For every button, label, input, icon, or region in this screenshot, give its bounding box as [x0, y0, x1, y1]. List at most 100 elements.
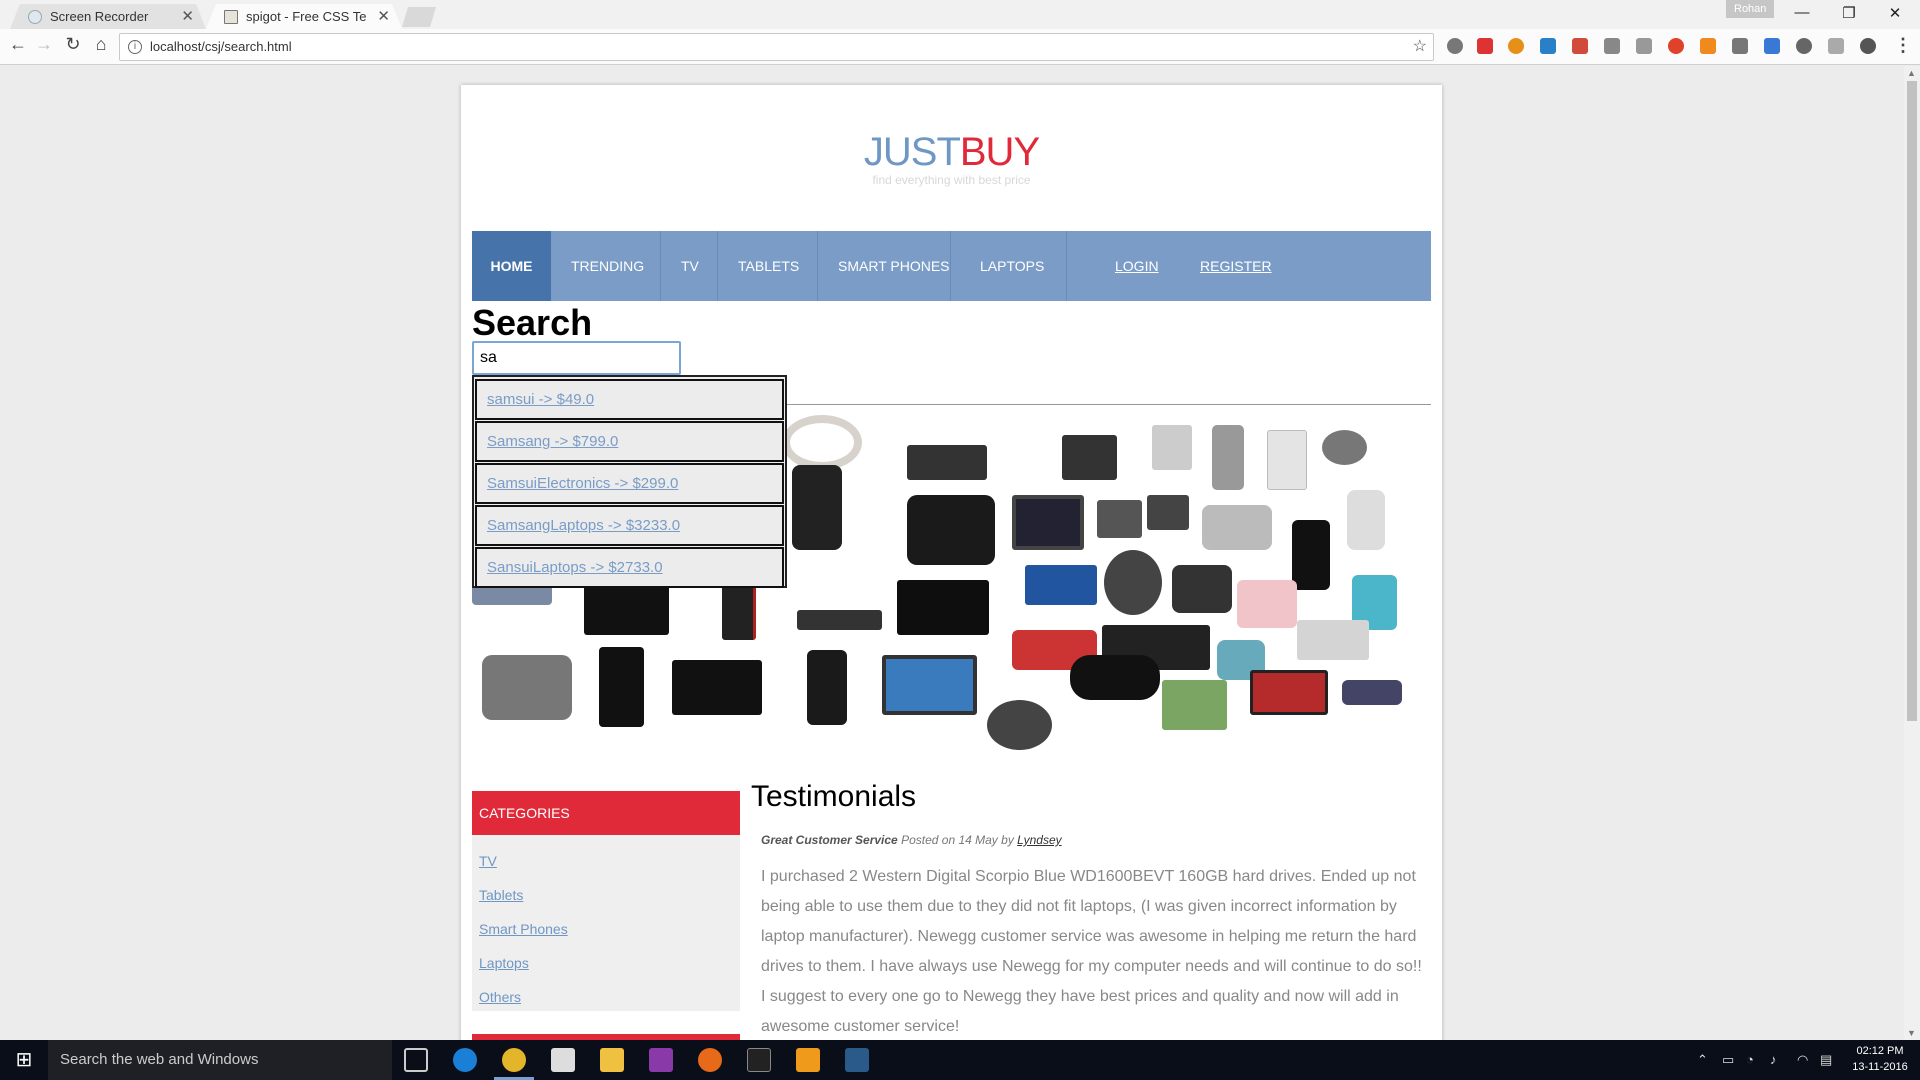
- extension-icon[interactable]: [1447, 38, 1463, 54]
- firefox-icon[interactable]: [698, 1048, 722, 1072]
- tab-screen-recorder[interactable]: Screen Recorder ✕: [10, 4, 206, 29]
- dvd-player-image: [797, 610, 882, 630]
- restore-icon[interactable]: ❐: [1834, 4, 1864, 22]
- category-tablets[interactable]: Tablets: [479, 887, 523, 903]
- testimonial-posted: Posted on 14 May by: [901, 833, 1014, 847]
- window-close-icon[interactable]: ✕: [1880, 4, 1910, 22]
- scroll-down-icon[interactable]: ▼: [1907, 1028, 1916, 1038]
- tab-title: Screen Recorder: [50, 9, 149, 24]
- extension-icon[interactable]: [1668, 38, 1684, 54]
- suggestion-item[interactable]: SamsangLaptops -> $3233.0: [475, 505, 784, 546]
- download-icon[interactable]: [1764, 38, 1780, 54]
- printer-image: [482, 655, 572, 720]
- taskbar-clock[interactable]: 02:12 PM 13-11-2016: [1845, 1043, 1915, 1075]
- info-icon[interactable]: i: [128, 40, 142, 54]
- terminal-icon[interactable]: [747, 1048, 771, 1072]
- search-suggestions: samsui -> $49.0 Samsang -> $799.0 Samsui…: [472, 375, 787, 588]
- extension-icon[interactable]: [1828, 38, 1844, 54]
- app-icon[interactable]: [845, 1048, 869, 1072]
- chrome-icon[interactable]: [502, 1048, 526, 1072]
- volume-icon[interactable]: ♪: [1770, 1052, 1777, 1067]
- bookmark-star-icon[interactable]: ☆: [1413, 34, 1427, 60]
- nav-trending[interactable]: TRENDING: [571, 231, 644, 301]
- nav-smart-phones[interactable]: SMART PHONES: [838, 231, 950, 301]
- logo-part2: BUY: [959, 130, 1040, 174]
- category-others[interactable]: Others: [479, 989, 521, 1005]
- testimonial-author-link[interactable]: Lyndsey: [1017, 833, 1061, 847]
- scroll-up-icon[interactable]: ▲: [1907, 68, 1916, 78]
- category-smart-phones[interactable]: Smart Phones: [479, 921, 568, 937]
- nav-tablets[interactable]: TABLETS: [738, 231, 799, 301]
- phone-image: [792, 465, 842, 550]
- suggestion-item[interactable]: SamsuiElectronics -> $299.0: [475, 463, 784, 504]
- camera-image: [1202, 505, 1272, 550]
- minimize-icon[interactable]: —: [1787, 4, 1817, 21]
- nav-register[interactable]: REGISTER: [1200, 231, 1272, 301]
- testimonial-body: I purchased 2 Western Digital Scorpio Bl…: [761, 868, 1422, 1035]
- main-nav: HOME TRENDING TV TABLETS SMART PHONES LA…: [472, 231, 1431, 301]
- nav-divider: [1066, 231, 1067, 301]
- browser-viewport: JUSTBUY find everything with best price …: [0, 66, 1904, 1040]
- page-container: JUSTBUY find everything with best price …: [461, 85, 1442, 1040]
- close-tab-icon[interactable]: ✕: [377, 4, 390, 29]
- extension-icon[interactable]: [1540, 38, 1556, 54]
- nav-laptops[interactable]: LAPTOPS: [980, 231, 1044, 301]
- address-bar[interactable]: i localhost/csj/search.html ☆: [119, 33, 1434, 61]
- wifi-icon[interactable]: ◠: [1797, 1052, 1808, 1068]
- nav-home[interactable]: HOME: [472, 231, 551, 301]
- cast-icon[interactable]: [1604, 38, 1620, 54]
- extension-icon[interactable]: [1700, 38, 1716, 54]
- camera-icon[interactable]: [1636, 38, 1652, 54]
- scrollbar-thumb[interactable]: [1907, 81, 1917, 721]
- battery-icon[interactable]: ▭: [1722, 1052, 1734, 1068]
- extension-icon[interactable]: [1572, 38, 1588, 54]
- url-text: localhost/csj/search.html: [150, 39, 292, 54]
- page-scrollbar[interactable]: ▲ ▼: [1904, 66, 1920, 1040]
- category-tv[interactable]: TV: [479, 853, 497, 869]
- site-tagline: find everything with best price: [872, 173, 1031, 187]
- windows-start-icon[interactable]: ⊞: [0, 1040, 48, 1080]
- usb-drive-image: [1342, 680, 1402, 705]
- suggestion-item[interactable]: samsui -> $49.0: [475, 379, 784, 420]
- home-icon[interactable]: ⌂: [89, 34, 113, 55]
- app-icon[interactable]: [796, 1048, 820, 1072]
- touch-phone-image: [807, 650, 847, 725]
- new-tab-button[interactable]: [402, 7, 436, 27]
- search-input[interactable]: [472, 341, 681, 375]
- extension-icon[interactable]: [1732, 38, 1748, 54]
- photo-frames-image: [1162, 680, 1227, 730]
- nav-tv[interactable]: TV: [681, 231, 699, 301]
- cordless-phones-image: [907, 445, 987, 480]
- menu-icon[interactable]: ⋮: [1894, 35, 1912, 56]
- close-tab-icon[interactable]: ✕: [181, 4, 194, 29]
- site-logo[interactable]: JUSTBUY: [461, 130, 1442, 175]
- nav-divider: [950, 231, 951, 301]
- network-icon[interactable]: ◔: [1746, 1052, 1754, 1067]
- keyboard-icon[interactable]: ▤: [1820, 1052, 1832, 1068]
- extension-icon[interactable]: [1796, 38, 1812, 54]
- categories-sidebar: CATEGORIES TV Tablets Smart Phones Lapto…: [472, 791, 740, 1011]
- suggestion-item[interactable]: Samsang -> $799.0: [475, 421, 784, 462]
- nav-divider: [660, 231, 661, 301]
- edge-icon[interactable]: [453, 1048, 477, 1072]
- tab-spigot[interactable]: spigot - Free CSS Templa ✕: [206, 4, 402, 29]
- task-view-icon[interactable]: [404, 1048, 428, 1072]
- onenote-icon[interactable]: [649, 1048, 673, 1072]
- portable-dvd-image: [1062, 435, 1117, 480]
- profile-button[interactable]: Rohan: [1726, 0, 1775, 18]
- suggestion-item[interactable]: SansuiLaptops -> $2733.0: [475, 547, 784, 588]
- file-explorer-icon[interactable]: [600, 1048, 624, 1072]
- stereo-image: [1297, 620, 1369, 660]
- back-icon[interactable]: ←: [6, 34, 30, 55]
- reload-icon[interactable]: ↻: [61, 34, 85, 55]
- gps-image: [1104, 550, 1162, 615]
- category-laptops[interactable]: Laptops: [479, 955, 529, 971]
- store-icon[interactable]: [551, 1048, 575, 1072]
- extension-icon[interactable]: [1477, 38, 1493, 54]
- tray-chevron-icon[interactable]: ⌃: [1697, 1052, 1708, 1068]
- taskbar-search[interactable]: Search the web and Windows: [48, 1040, 392, 1080]
- extension-icon[interactable]: [1508, 38, 1524, 54]
- forward-icon[interactable]: →: [32, 34, 56, 55]
- nav-login[interactable]: LOGIN: [1115, 231, 1159, 301]
- help-icon[interactable]: [1860, 38, 1876, 54]
